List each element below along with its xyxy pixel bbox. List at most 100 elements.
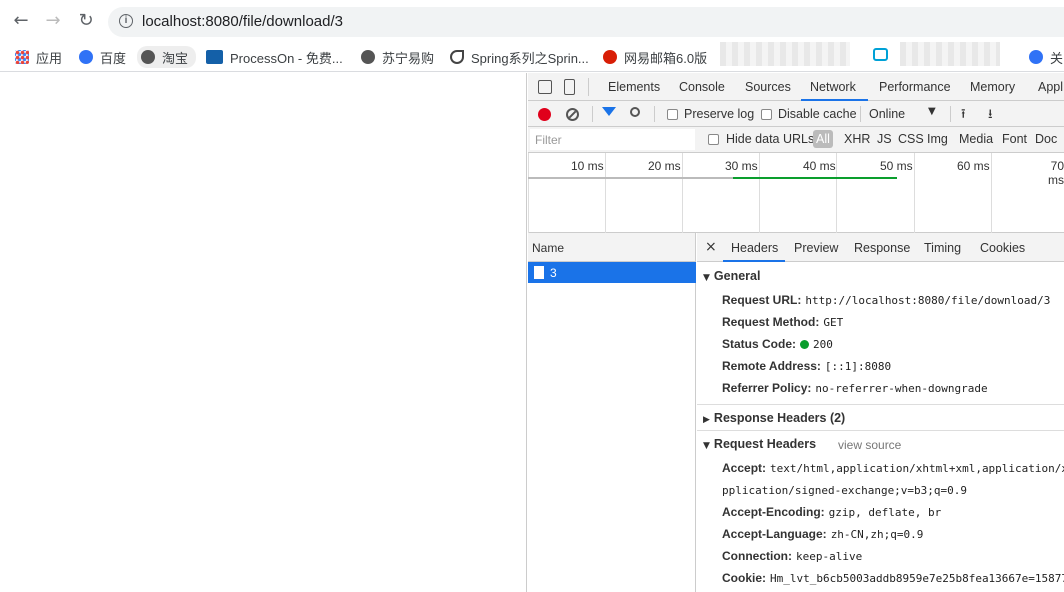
request-row[interactable]: 3 <box>528 262 696 283</box>
request-list: Name 3 <box>528 233 696 592</box>
triangle-down-icon: ▼ <box>703 273 710 283</box>
header-row: Request Method: GET <box>722 315 844 329</box>
request-details: × Headers Preview Response Timing Cookie… <box>697 233 1064 592</box>
tab-console[interactable]: Console <box>679 80 725 94</box>
record-icon[interactable] <box>538 108 551 121</box>
header-row: Request URL: http://localhost:8080/file/d… <box>722 293 1051 307</box>
bookmark-suning[interactable]: 苏宁易购 <box>361 48 434 66</box>
request-headers-toggle[interactable]: ▼ Request Headers <box>703 437 816 451</box>
divider <box>592 106 593 122</box>
detail-tab-bar: × Headers Preview Response Timing Cookie… <box>697 233 1064 262</box>
close-icon[interactable]: × <box>705 239 717 255</box>
timeline-gridline <box>836 153 837 233</box>
filter-input[interactable]: Filter <box>530 129 695 150</box>
timeline-request-bar <box>733 177 897 179</box>
divider <box>697 430 1064 431</box>
bookmark-processon[interactable]: ProcessOn - 免费... <box>206 48 343 66</box>
hide-data-urls-checkbox[interactable] <box>708 134 719 145</box>
timeline-gridline <box>914 153 915 233</box>
network-toolbar: Preserve log Disable cache Online ▼ ⭱ ⭳ <box>528 101 1064 127</box>
timeline-gridline <box>605 153 606 233</box>
globe-icon <box>361 50 375 64</box>
inspect-element-icon[interactable] <box>538 80 552 94</box>
info-icon[interactable]: i <box>119 14 133 28</box>
timeline-gridline <box>682 153 683 233</box>
bookmark-more[interactable]: 关 <box>1029 48 1063 66</box>
timeline-label: 20 ms <box>648 159 681 173</box>
general-section-toggle[interactable]: ▼ General <box>703 269 760 283</box>
bookmark-netease[interactable]: 网易邮箱6.0版 <box>603 48 707 66</box>
divider <box>697 404 1064 405</box>
bookmark-taobao[interactable]: 淘宝 <box>137 46 197 68</box>
response-headers-toggle[interactable]: ▶ Response Headers (2) <box>703 411 845 425</box>
timeline-label: 10 ms <box>571 159 604 173</box>
bookmark-spring[interactable]: Spring系列之Sprin... <box>450 48 589 66</box>
bookmark-baidu[interactable]: 百度 <box>79 48 126 66</box>
tab-application[interactable]: Appl <box>1038 80 1063 94</box>
header-row: Cookie: Hm_lvt_b6cb5003addb8959e7e25b8fea… <box>722 571 1064 585</box>
device-toolbar-icon[interactable] <box>564 79 575 95</box>
tab-headers[interactable]: Headers <box>731 241 778 255</box>
timeline-label: 60 ms <box>957 159 990 173</box>
apps-grid-icon <box>15 50 29 64</box>
timeline-label: 50 ms <box>880 159 913 173</box>
type-filter-doc[interactable]: Doc <box>1035 132 1057 146</box>
tab-memory[interactable]: Memory <box>970 80 1015 94</box>
bookmark-apps[interactable]: 应用 <box>15 48 62 66</box>
back-arrow-icon[interactable]: ← <box>11 11 31 31</box>
type-filter-font[interactable]: Font <box>1002 132 1027 146</box>
address-bar-row: ← → ↻ i localhost:8080/file/download/3 <box>0 0 1064 42</box>
header-row: Referrer Policy: no-referrer-when-downgra… <box>722 381 988 395</box>
filter-placeholder: Filter <box>535 133 562 147</box>
status-ok-icon <box>800 340 810 349</box>
import-har-icon[interactable]: ⭱ <box>961 105 966 127</box>
timeline-label: 30 ms <box>725 159 758 173</box>
netease-icon <box>603 50 617 64</box>
view-source-link[interactable]: view source <box>838 438 901 452</box>
preserve-log-checkbox[interactable] <box>667 109 678 120</box>
document-icon <box>534 266 544 279</box>
spring-icon <box>450 50 464 64</box>
url-text[interactable]: localhost:8080/file/download/3 <box>142 13 343 30</box>
tab-preview[interactable]: Preview <box>794 241 838 255</box>
type-filter-xhr[interactable]: XHR <box>844 132 870 146</box>
header-row: Accept-Encoding: gzip, deflate, br <box>722 505 942 519</box>
hide-data-urls-label: Hide data URLs <box>726 132 815 146</box>
type-filter-all[interactable]: All <box>813 130 833 148</box>
tab-timing[interactable]: Timing <box>924 241 961 255</box>
search-icon[interactable] <box>630 107 640 117</box>
tab-performance[interactable]: Performance <box>879 80 951 94</box>
type-filter-media[interactable]: Media <box>959 132 993 146</box>
forward-arrow-icon[interactable]: → <box>43 11 63 31</box>
baidu-paw-icon <box>79 50 93 64</box>
type-filter-css[interactable]: CSS <box>898 132 924 146</box>
baidu-paw-icon <box>1029 50 1043 64</box>
throttling-select[interactable]: Online <box>869 107 905 121</box>
filter-icon[interactable] <box>602 107 616 116</box>
tab-sources[interactable]: Sources <box>745 80 791 94</box>
bilibili-icon[interactable] <box>873 48 888 61</box>
name-column-header[interactable]: Name <box>528 233 695 262</box>
type-filter-js[interactable]: JS <box>877 132 892 146</box>
header-row: Accept: text/html,application/xhtml+xml,a… <box>722 461 1064 475</box>
chevron-down-icon[interactable]: ▼ <box>928 106 936 117</box>
disable-cache-checkbox[interactable] <box>761 109 772 120</box>
tab-network[interactable]: Network <box>810 80 856 94</box>
timeline-label: 70 ms <box>1048 159 1064 187</box>
timeline-gridline <box>759 153 760 233</box>
tab-cookies[interactable]: Cookies <box>980 241 1025 255</box>
reload-icon[interactable]: ↻ <box>76 11 96 31</box>
processon-icon <box>206 50 223 64</box>
divider <box>950 106 951 122</box>
blurred-bookmark <box>900 42 1000 66</box>
tab-elements[interactable]: Elements <box>608 80 660 94</box>
export-har-icon[interactable]: ⭳ <box>988 105 993 127</box>
header-row: Accept-Language: zh-CN,zh;q=0.9 <box>722 527 924 541</box>
page-content <box>0 73 527 592</box>
omnibox[interactable]: i localhost:8080/file/download/3 <box>108 7 1064 37</box>
tab-response[interactable]: Response <box>854 241 910 255</box>
devtools-tab-bar: Elements Console Sources Network Perform… <box>528 73 1064 101</box>
type-filter-img[interactable]: Img <box>927 132 948 146</box>
clear-icon[interactable] <box>566 108 579 121</box>
divider <box>860 106 861 122</box>
